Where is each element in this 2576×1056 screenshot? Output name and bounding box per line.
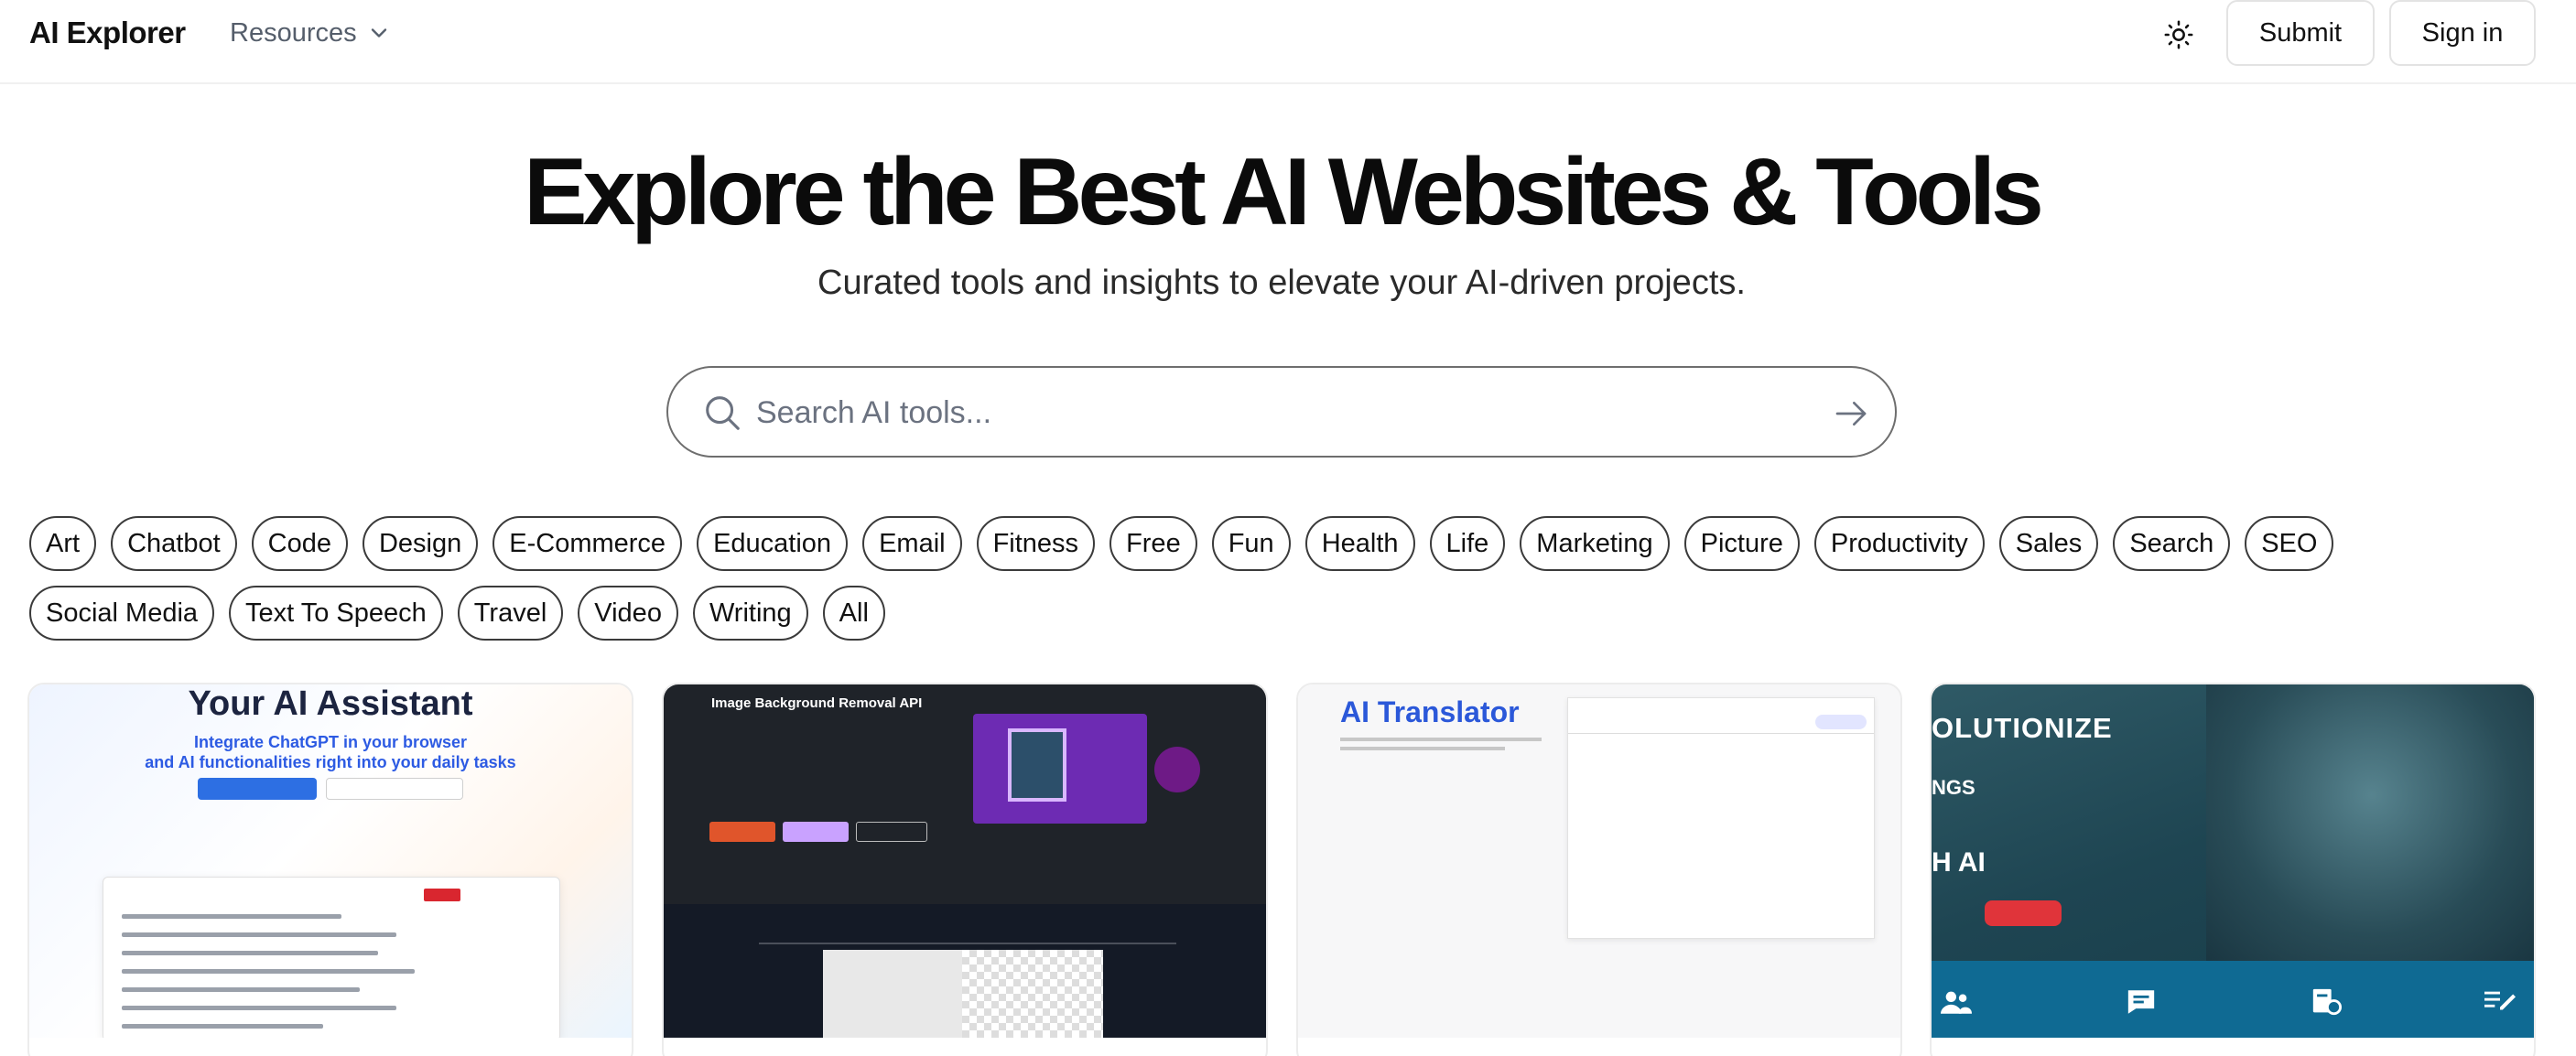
category-chip[interactable]: Free [1109,516,1197,571]
card-tagline-line: Integrate ChatGPT in your browser [193,733,468,751]
category-chip[interactable]: Productivity [1813,516,1985,571]
chat-icon [2126,988,2157,1016]
category-chip[interactable]: All [822,586,885,641]
card-tagline: Integrate ChatGPT in your browser and AI… [29,732,632,772]
tool-card-thumbnail: Image Background Removal API [664,684,1266,1038]
thumbnail-document [103,877,560,1038]
top-nav: AI Explorer Resources Submit Sign in [0,0,2576,84]
category-chip[interactable]: Health [1304,516,1415,571]
thumbnail-button-shape [326,778,463,800]
category-chip[interactable]: Marketing [1520,516,1670,571]
thumbnail-divider [759,943,1176,944]
category-chip[interactable]: Code [251,516,348,571]
tool-card-thumbnail: AI Translator [1298,684,1900,1038]
tool-card-thumbnail: OLUTIONIZE NGS H AI [1932,684,2534,1038]
chevron-down-icon [371,28,386,38]
category-chip[interactable]: E-Commerce [492,516,683,571]
thumbnail-button-shape [709,822,775,842]
submit-button[interactable]: Submit [2226,0,2375,66]
thumbnail-photo [2206,684,2534,961]
thumbnail-shape [1932,961,2534,1038]
category-chip[interactable]: SEO [2245,516,2334,571]
edit-icon [2484,988,2516,1016]
document-refresh-icon [2311,988,2342,1016]
tool-card-thumbnail: Your AI Assistant Integrate ChatGPT in y… [29,684,632,1038]
resources-label: Resources [230,18,357,48]
category-chip[interactable]: Design [362,516,479,571]
category-chip[interactable]: Chatbot [111,516,237,571]
category-chip[interactable]: Video [578,586,678,641]
card-headline: Your AI Assistant [188,684,473,723]
category-chip[interactable]: Search [2113,516,2231,571]
card-headline: Image Background Removal API [711,695,923,711]
thumbnail-logo [1154,747,1200,792]
category-chip[interactable]: Text To Speech [229,586,443,641]
category-chip[interactable]: Social Media [29,586,215,641]
search-bar [666,366,1897,458]
thumbnail-button-shape [783,822,849,842]
category-chip[interactable]: Picture [1683,516,1800,571]
card-headline: AI Translator [1340,695,1520,728]
theme-toggle-button[interactable] [2159,15,2199,55]
search-input[interactable] [756,386,1763,439]
sign-in-button[interactable]: Sign in [2389,0,2536,66]
tool-card[interactable]: Image Background Removal API [662,683,1268,1056]
card-headline-line: NGS [1932,776,1975,799]
tool-card[interactable]: Your AI Assistant Integrate ChatGPT in y… [27,683,633,1056]
category-chip[interactable]: Sales [1998,516,2099,571]
thumbnail-button-shape [198,778,317,800]
category-chip[interactable]: Writing [692,586,808,641]
page-subtitle: Curated tools and insights to elevate yo… [817,264,1746,302]
category-chips-row-2: Social Media Text To Speech Travel Video… [29,586,885,641]
resources-menu[interactable]: Resources [230,13,392,53]
category-chip[interactable]: Email [862,516,962,571]
category-chip[interactable]: Fun [1211,516,1291,571]
category-chip[interactable]: Education [697,516,849,571]
card-headline-line: H AI [1932,847,1986,878]
thumbnail-shape [1008,728,1066,802]
page-title: Explore the Best AI Websites & Tools [524,139,2044,245]
sun-icon [2164,20,2193,49]
users-icon [1941,988,1972,1016]
arrow-right-icon[interactable] [1833,395,1869,432]
search-icon [706,396,740,430]
thumbnail-button-shape [1985,900,2062,926]
card-tagline-line: and AI functionalities right into your d… [145,753,516,771]
tool-card[interactable]: AI Translator [1296,683,1902,1056]
card-headline: OLUTIONIZE [1932,712,2113,744]
thumbnail-preview [823,950,1103,1038]
category-chip[interactable]: Travel [457,586,564,641]
tool-card[interactable]: OLUTIONIZE NGS H AI [1930,683,2536,1056]
category-chip[interactable]: Art [29,516,97,571]
category-chips-row-1: Art Chatbot Code Design E-Commerce Educa… [29,516,2334,571]
category-chip[interactable]: Life [1429,516,1506,571]
thumbnail-panel [1567,697,1875,939]
category-chip[interactable]: Fitness [976,516,1096,571]
logo[interactable]: AI Explorer [29,13,186,53]
thumbnail-text-line [1340,747,1505,750]
thumbnail-text-line [1340,738,1542,741]
thumbnail-button-shape [856,822,927,842]
